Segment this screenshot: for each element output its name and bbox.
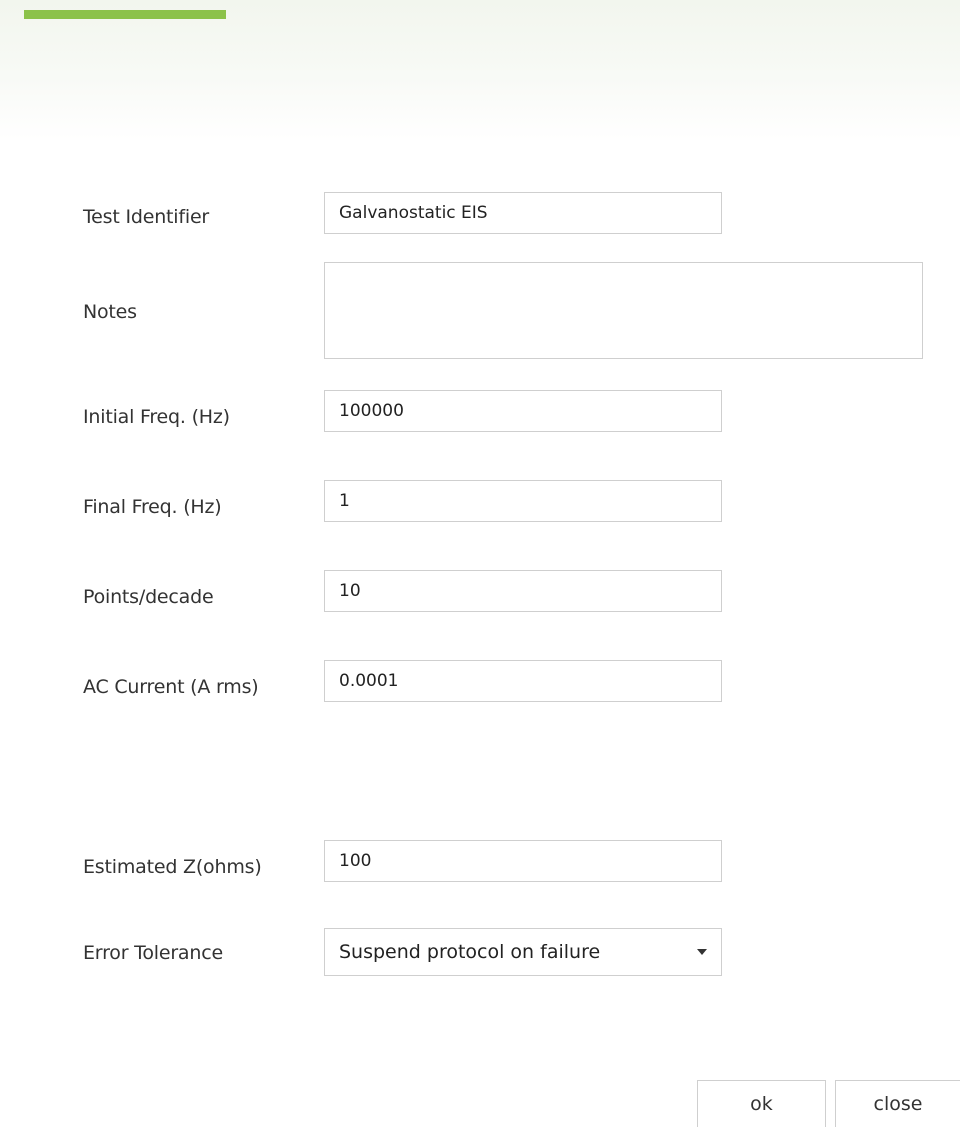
notes-label: Notes [83, 301, 137, 323]
caret-down-icon [697, 949, 707, 955]
dialog-header [0, 0, 960, 140]
ac-current-label: AC Current (A rms) [83, 676, 259, 698]
error-tolerance-select[interactable]: Suspend protocol on failure [324, 928, 722, 976]
ac-current-input[interactable] [324, 660, 722, 702]
test-identifier-label: Test Identifier [83, 206, 210, 228]
estimated-z-label: Estimated Z(ohms) [83, 856, 262, 878]
points-per-decade-label: Points/decade [83, 586, 214, 608]
error-tolerance-selected-value: Suspend protocol on failure [339, 941, 601, 963]
final-freq-label: Final Freq. (Hz) [83, 496, 222, 518]
estimated-z-input[interactable] [324, 840, 722, 882]
points-per-decade-input[interactable] [324, 570, 722, 612]
notes-textarea[interactable] [324, 262, 923, 359]
accent-bar [24, 10, 226, 19]
final-freq-input[interactable] [324, 480, 722, 522]
initial-freq-label: Initial Freq. (Hz) [83, 406, 230, 428]
close-button[interactable]: close [835, 1080, 960, 1127]
error-tolerance-label: Error Tolerance [83, 942, 223, 964]
ok-button[interactable]: ok [697, 1080, 826, 1127]
initial-freq-input[interactable] [324, 390, 722, 432]
test-identifier-input[interactable] [324, 192, 722, 234]
